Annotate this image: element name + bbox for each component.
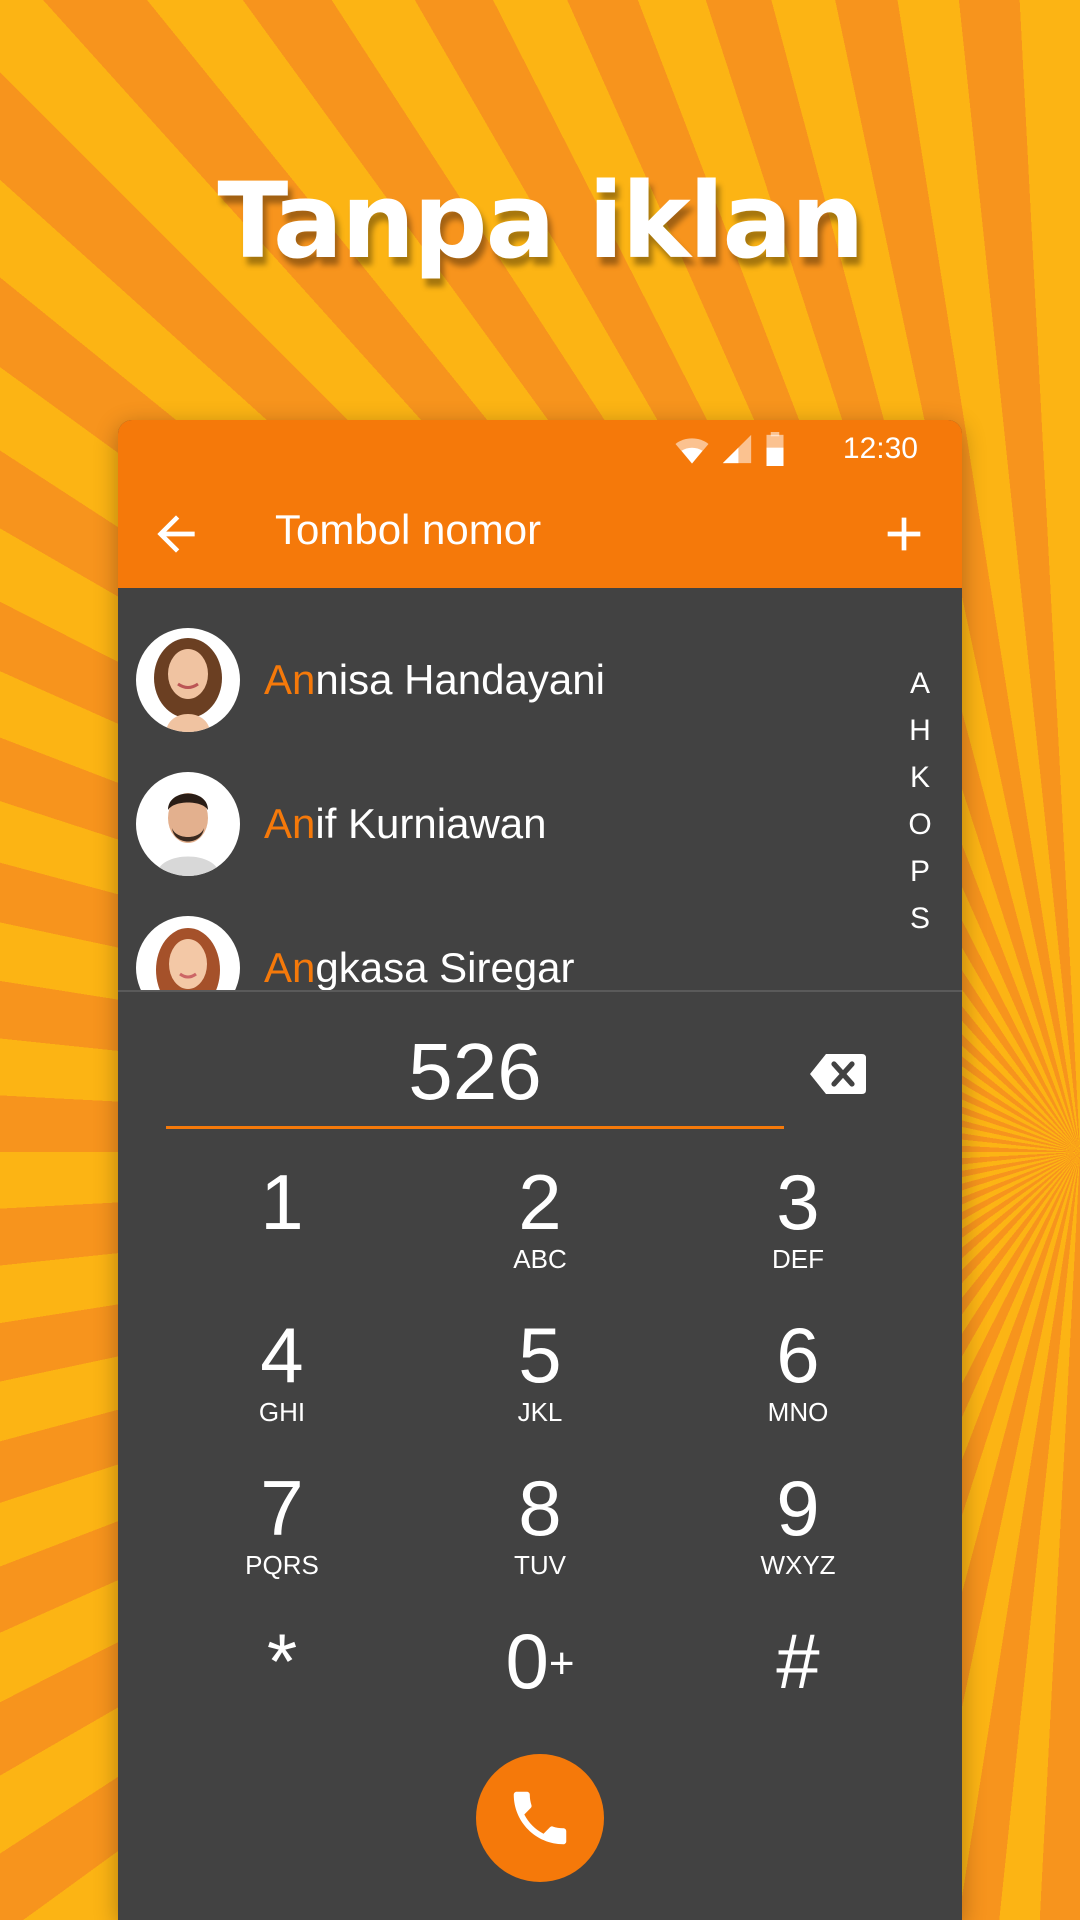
avatar xyxy=(136,772,240,876)
index-letter[interactable]: H xyxy=(909,707,931,754)
key-0[interactable]: 0+ xyxy=(440,1619,640,1759)
avatar xyxy=(136,628,240,732)
backspace-icon xyxy=(810,1054,866,1094)
key-digit: 7 xyxy=(260,1464,304,1552)
index-letter[interactable]: P xyxy=(910,848,930,895)
promo-background: Tanpa iklan 12:30 Tombol nomor Annisa Ha… xyxy=(0,0,1080,1920)
battery-icon xyxy=(766,432,784,466)
key-digit: 8 xyxy=(518,1464,562,1552)
key-3[interactable]: 3 DEF xyxy=(698,1160,898,1300)
key-letters: JKL xyxy=(517,1397,563,1427)
contact-list: Annisa Handayani Anif Kurniawan Angkasa … xyxy=(118,588,962,990)
key-digit: 1 xyxy=(260,1158,304,1246)
status-bar: 12:30 xyxy=(118,420,962,478)
phone-screen: 12:30 Tombol nomor Annisa Handayani Anif… xyxy=(118,420,962,1920)
key-letters: TUV xyxy=(514,1550,566,1580)
signal-icon xyxy=(722,434,752,464)
key-letters: DEF xyxy=(772,1244,824,1274)
key-4[interactable]: 4 GHI xyxy=(182,1313,382,1453)
key-2[interactable]: 2 ABC xyxy=(440,1160,640,1300)
alphabet-index[interactable]: A H K O P S xyxy=(900,660,940,942)
contact-row[interactable]: Anif Kurniawan xyxy=(118,764,878,884)
key-digit: 2 xyxy=(518,1158,562,1246)
key-digit: 0+ xyxy=(505,1617,575,1705)
app-bar: Tombol nomor xyxy=(118,478,962,588)
key-letters: WXYZ xyxy=(760,1550,836,1580)
female-portrait-icon xyxy=(154,638,222,732)
phone-icon xyxy=(513,1791,567,1845)
arrow-left-icon xyxy=(157,515,195,553)
number-underline xyxy=(166,1126,784,1129)
plus-icon xyxy=(887,517,921,551)
index-letter[interactable]: K xyxy=(910,754,930,801)
wifi-icon xyxy=(675,438,709,464)
key-8[interactable]: 8 TUV xyxy=(440,1466,640,1606)
call-button[interactable] xyxy=(476,1754,604,1882)
contact-row[interactable]: Annisa Handayani xyxy=(118,620,878,740)
female-portrait-icon xyxy=(156,928,220,990)
key-9[interactable]: 9 WXYZ xyxy=(698,1466,898,1606)
contact-name: Anif Kurniawan xyxy=(264,800,547,847)
key-7[interactable]: 7 PQRS xyxy=(182,1466,382,1606)
key-plus: + xyxy=(548,1639,575,1688)
backspace-button[interactable] xyxy=(808,1050,868,1098)
index-letter[interactable]: S xyxy=(910,895,930,942)
key-5[interactable]: 5 JKL xyxy=(440,1313,640,1453)
key-letters: MNO xyxy=(767,1397,829,1427)
key-6[interactable]: 6 MNO xyxy=(698,1313,898,1453)
promo-headline: Tanpa iklan xyxy=(217,160,864,282)
contact-name: Annisa Handayani xyxy=(264,656,605,703)
key-hash[interactable]: # xyxy=(698,1619,898,1759)
app-bar-title: Tombol nomor xyxy=(275,506,542,553)
key-1[interactable]: 1 xyxy=(182,1160,382,1300)
key-digit: 6 xyxy=(776,1311,820,1399)
key-digit: # xyxy=(776,1617,820,1705)
key-digit: 5 xyxy=(518,1311,562,1399)
key-digit: 4 xyxy=(260,1311,304,1399)
key-letters: GHI xyxy=(258,1397,306,1427)
male-portrait-icon xyxy=(156,793,220,876)
key-star[interactable]: * xyxy=(182,1619,382,1759)
index-letter[interactable]: A xyxy=(910,660,930,707)
key-digit: * xyxy=(266,1617,298,1705)
divider xyxy=(118,990,962,992)
status-time: 12:30 xyxy=(842,432,918,465)
contact-name: Angkasa Siregar xyxy=(264,944,575,990)
dialed-number-field[interactable]: 526 xyxy=(166,1026,784,1118)
key-digit: 9 xyxy=(776,1464,820,1552)
key-letters: PQRS xyxy=(245,1550,319,1580)
key-digit: 3 xyxy=(776,1158,820,1246)
key-letters: ABC xyxy=(513,1244,567,1274)
add-contact-button[interactable] xyxy=(876,506,932,562)
back-button[interactable] xyxy=(148,506,204,562)
contact-row[interactable]: Angkasa Siregar xyxy=(118,908,878,990)
avatar xyxy=(136,916,240,990)
index-letter[interactable]: O xyxy=(908,801,931,848)
